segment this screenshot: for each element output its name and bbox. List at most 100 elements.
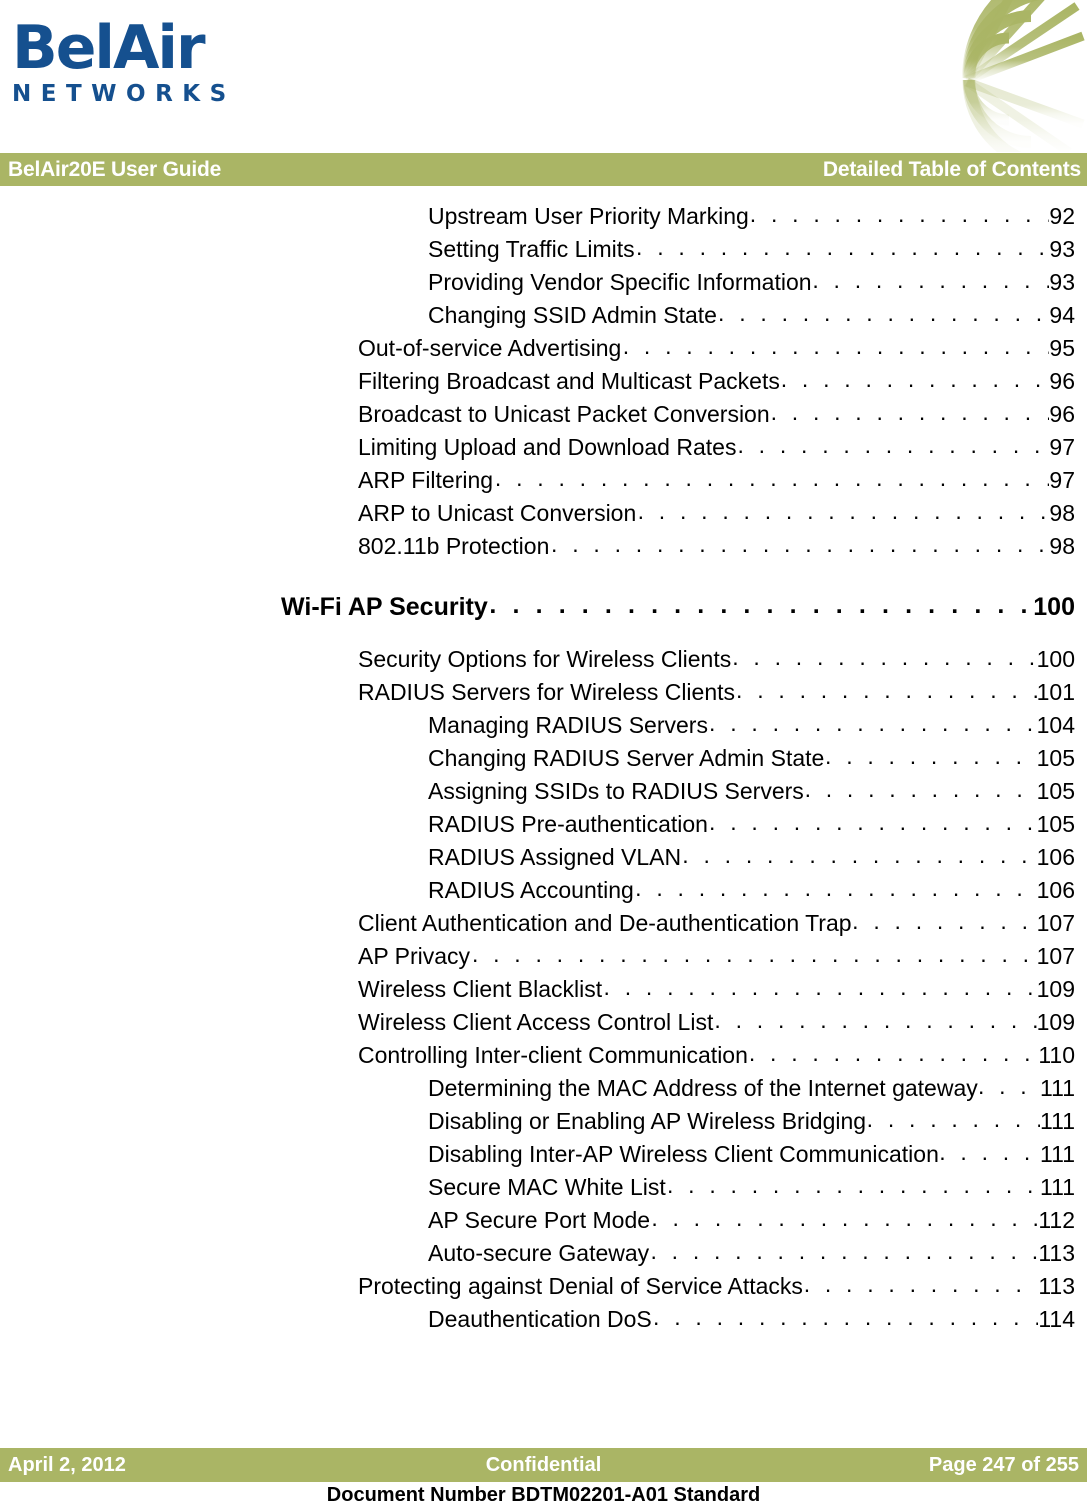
toc-entry-title: RADIUS Assigned VLAN: [428, 844, 682, 870]
toc-entry-title: Filtering Broadcast and Multicast Packet…: [358, 368, 780, 394]
toc-entry-title: AP Secure Port Mode: [428, 1207, 651, 1233]
toc-entry[interactable]: AP Secure Port Mode. . . . . . . . . . .…: [0, 1204, 1087, 1237]
toc-entry-title: Setting Traffic Limits: [428, 236, 635, 262]
toc-leader-dots: . . . . . . . . . . . . . . . . . . . . …: [780, 366, 1050, 392]
toc-entry-title: Managing RADIUS Servers: [428, 712, 708, 738]
running-header-band: BelAir20E User Guide Detailed Table of C…: [0, 153, 1087, 186]
toc-entry-title: Changing RADIUS Server Admin State: [428, 745, 825, 771]
toc-leader-dots: . . . . . . . . . . . . . . . . . . . . …: [770, 399, 1050, 425]
toc-entry[interactable]: Auto-secure Gateway. . . . . . . . . . .…: [0, 1237, 1087, 1270]
toc-entry-page-number: 98: [1049, 500, 1075, 526]
toc-leader-dots: . . . . . . . . . . . . . . . . . . . . …: [732, 644, 1036, 670]
toc-entry[interactable]: Secure MAC White List. . . . . . . . . .…: [0, 1171, 1087, 1204]
toc-entry-page-number: 104: [1036, 712, 1075, 738]
toc-entry-title: Client Authentication and De-authenticat…: [358, 910, 852, 936]
toc-entry-title: ARP Filtering: [358, 467, 494, 493]
toc-leader-dots: . . . . . . . . . . . . . . . . . . . . …: [551, 531, 1049, 557]
toc-entry[interactable]: Disabling or Enabling AP Wireless Bridgi…: [0, 1105, 1087, 1138]
toc-entry-title: RADIUS Servers for Wireless Clients: [358, 679, 736, 705]
header-document-title: BelAir20E User Guide: [8, 158, 222, 181]
toc-entry-title: Providing Vendor Specific Information: [428, 269, 812, 295]
toc-entry[interactable]: Security Options for Wireless Clients. .…: [0, 643, 1087, 676]
toc-entry-page-number: 111: [1040, 1075, 1075, 1101]
toc-entry[interactable]: Limiting Upload and Download Rates. . . …: [0, 431, 1087, 464]
toc-entry-title: Disabling or Enabling AP Wireless Bridgi…: [428, 1108, 867, 1134]
toc-leader-dots: . . . . . . . . . . . . . . . . . . . . …: [812, 267, 1049, 293]
footer-page-number: Page 247 of 255: [928, 1454, 1079, 1476]
logo-wordmark: BelAir: [12, 13, 206, 83]
toc-entry[interactable]: RADIUS Pre-authentication. . . . . . . .…: [0, 808, 1087, 841]
toc-entry[interactable]: Wireless Client Access Control List. . .…: [0, 1006, 1087, 1039]
toc-entry[interactable]: Managing RADIUS Servers. . . . . . . . .…: [0, 709, 1087, 742]
toc-leader-dots: . . . . . . . . . . . . . . . . . . . . …: [666, 1172, 1040, 1198]
toc-entry-title: Wireless Client Access Control List: [358, 1009, 714, 1035]
toc-chapter-entry[interactable]: Wi-Fi AP Security. . . . . . . . . . . .…: [0, 587, 1087, 627]
toc-entry-page-number: 106: [1036, 844, 1075, 870]
toc-entry-page-number: 92: [1049, 203, 1075, 229]
toc-entry-page-number: 93: [1049, 236, 1075, 262]
toc-entry[interactable]: RADIUS Assigned VLAN. . . . . . . . . . …: [0, 841, 1087, 874]
toc-spacer: [0, 563, 1087, 587]
toc-leader-dots: . . . . . . . . . . . . . . . . . . . . …: [637, 498, 1050, 524]
toc-entry-title: Auto-secure Gateway: [428, 1240, 650, 1266]
toc-entry[interactable]: Upstream User Priority Marking. . . . . …: [0, 200, 1087, 233]
document-page: BelAir NETWORKS BelAir20E User Guide Det…: [0, 0, 1087, 1511]
toc-entry[interactable]: Controlling Inter-client Communication. …: [0, 1039, 1087, 1072]
toc-entry[interactable]: Deauthentication DoS. . . . . . . . . . …: [0, 1303, 1087, 1336]
toc-entry[interactable]: Filtering Broadcast and Multicast Packet…: [0, 365, 1087, 398]
toc-leader-dots: . . . . . . . . . . . . . . . . . . . . …: [737, 432, 1049, 458]
toc-entry-title: RADIUS Pre-authentication: [428, 811, 708, 837]
toc-entry-title: Broadcast to Unicast Packet Conversion: [358, 401, 770, 427]
toc-entry-title: Security Options for Wireless Clients: [358, 646, 732, 672]
toc-entry[interactable]: Protecting against Denial of Service Att…: [0, 1270, 1087, 1303]
toc-entry[interactable]: AP Privacy. . . . . . . . . . . . . . . …: [0, 940, 1087, 973]
toc-leader-dots: . . . . . . . . . . . . . . . . . . . . …: [709, 809, 1037, 835]
toc-entry[interactable]: Disabling Inter-AP Wireless Client Commu…: [0, 1138, 1087, 1171]
toc-leader-dots: . . . . . . . . . . . . . . . . . . . . …: [852, 908, 1036, 934]
toc-leader-dots: . . . . . . . . . . . . . . . . . . . . …: [650, 1238, 1038, 1264]
toc-entry[interactable]: RADIUS Servers for Wireless Clients. . .…: [0, 676, 1087, 709]
toc-entry-page-number: 111: [1040, 1108, 1075, 1134]
toc-entry-page-number: 100: [1033, 593, 1075, 621]
wireless-web-graphic-icon: [897, 0, 1087, 152]
toc-entry-page-number: 113: [1038, 1240, 1075, 1266]
toc-leader-dots: . . . . . . . . . . . . . . . . . . . . …: [636, 234, 1050, 260]
toc-entry-title: Determining the MAC Address of the Inter…: [428, 1075, 978, 1101]
toc-entry-title: Assigning SSIDs to RADIUS Servers: [428, 778, 804, 804]
toc-leader-dots: . . . . . . . . . . . . . . . . . . . . …: [748, 1040, 1038, 1066]
toc-entry-page-number: 95: [1049, 335, 1075, 361]
toc-leader-dots: . . . . . . . . . . . . . . . . . . . . …: [653, 1304, 1038, 1330]
toc-entry[interactable]: Out-of-service Advertising. . . . . . . …: [0, 332, 1087, 365]
toc-entry-page-number: 113: [1038, 1273, 1075, 1299]
toc-entry[interactable]: Assigning SSIDs to RADIUS Servers. . . .…: [0, 775, 1087, 808]
toc-entry-title: Disabling Inter-AP Wireless Client Commu…: [428, 1141, 939, 1167]
toc-leader-dots: . . . . . . . . . . . . . . . . . . . . …: [635, 875, 1036, 901]
toc-entry-page-number: 105: [1036, 811, 1075, 837]
toc-entry[interactable]: Providing Vendor Specific Information. .…: [0, 266, 1087, 299]
toc-leader-dots: . . . . . . . . . . . . . . . . . . . . …: [939, 1139, 1040, 1165]
toc-entry[interactable]: Changing SSID Admin State. . . . . . . .…: [0, 299, 1087, 332]
footer-document-number: Document Number BDTM02201-A01 Standard: [326, 1484, 761, 1506]
belair-networks-logo: BelAir NETWORKS: [12, 18, 272, 107]
toc-entry-title: Upstream User Priority Marking: [428, 203, 749, 229]
toc-entry[interactable]: Determining the MAC Address of the Inter…: [0, 1072, 1087, 1105]
toc-entry[interactable]: Changing RADIUS Server Admin State. . . …: [0, 742, 1087, 775]
toc-entry[interactable]: ARP Filtering. . . . . . . . . . . . . .…: [0, 464, 1087, 497]
logo-subtitle: NETWORKS: [12, 81, 236, 107]
toc-entry-page-number: 105: [1036, 745, 1075, 771]
toc-entry[interactable]: Wireless Client Blacklist. . . . . . . .…: [0, 973, 1087, 1006]
toc-entry[interactable]: Client Authentication and De-authenticat…: [0, 907, 1087, 940]
footer-band: April 2, 2012 Confidential Page 247 of 2…: [0, 1448, 1087, 1482]
toc-entry-title: RADIUS Accounting: [428, 877, 634, 903]
toc-entry[interactable]: Broadcast to Unicast Packet Conversion. …: [0, 398, 1087, 431]
toc-entry-page-number: 101: [1036, 679, 1075, 705]
toc-entry-page-number: 94: [1049, 302, 1075, 328]
toc-entry[interactable]: Setting Traffic Limits. . . . . . . . . …: [0, 233, 1087, 266]
toc-entry-page-number: 107: [1036, 943, 1075, 969]
toc-entry[interactable]: 802.11b Protection. . . . . . . . . . . …: [0, 530, 1087, 563]
toc-entry-title: Limiting Upload and Download Rates: [358, 434, 737, 460]
toc-entry[interactable]: ARP to Unicast Conversion. . . . . . . .…: [0, 497, 1087, 530]
toc-entry-title: 802.11b Protection: [358, 533, 550, 559]
toc-entry[interactable]: RADIUS Accounting. . . . . . . . . . . .…: [0, 874, 1087, 907]
toc-entry-title: ARP to Unicast Conversion: [358, 500, 637, 526]
